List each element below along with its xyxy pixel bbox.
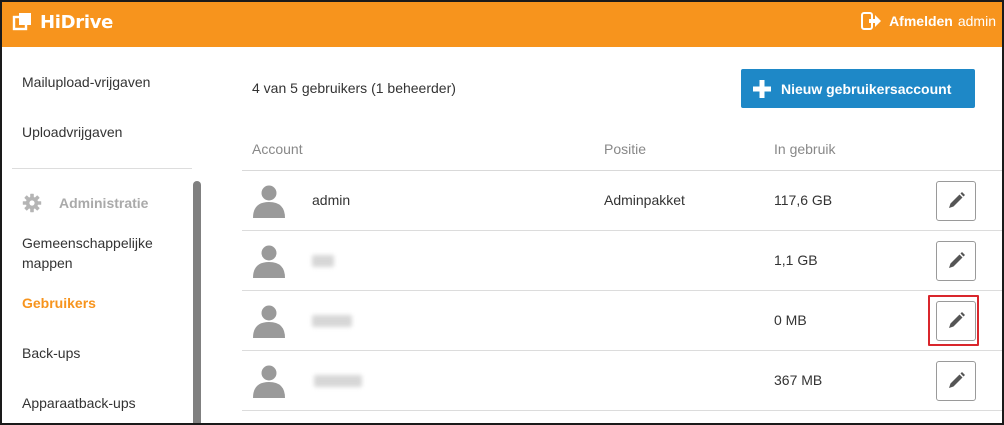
sidebar-item-gebruikers[interactable]: Gebruikers	[22, 293, 96, 313]
column-header-positie[interactable]: Positie	[604, 141, 646, 157]
account-name: admin	[312, 192, 351, 208]
table-row[interactable]: 1,1 GB	[242, 231, 1002, 291]
new-user-account-label: Nieuw gebruikersaccount	[781, 80, 952, 97]
edit-button[interactable]	[936, 361, 976, 401]
sidebar-scrollbar[interactable]	[193, 181, 201, 423]
user-avatar-icon	[253, 365, 285, 398]
plus-icon	[753, 79, 771, 98]
table-row[interactable]: 367 MB	[242, 351, 1002, 411]
sidebar-divider	[12, 168, 192, 169]
account-usage: 367 MB	[774, 372, 823, 388]
redacted-account-name	[312, 255, 334, 267]
logout-link[interactable]: Afmelden admin	[861, 11, 996, 31]
column-header-account[interactable]: Account	[252, 141, 303, 157]
pencil-icon	[949, 312, 965, 328]
pencil-icon	[949, 252, 965, 268]
logout-label: Afmelden	[889, 13, 953, 29]
logged-in-user: admin	[957, 13, 996, 29]
hidrive-logo[interactable]: HiDrive	[12, 11, 113, 33]
logout-icon	[861, 12, 882, 30]
sidebar: Mailupload-vrijgaven Uploadvrijgaven Adm	[2, 47, 202, 423]
users-table: Account Positie In gebruik admin Adminpa…	[242, 131, 1002, 411]
main-content: 4 van 5 gebruikers (1 beheerder) Nieuw g…	[202, 47, 1002, 423]
section-label: Administratie	[59, 195, 149, 211]
edit-button[interactable]	[936, 241, 976, 281]
table-header: Account Positie In gebruik	[242, 131, 1002, 171]
user-count: 4 van 5 gebruikers (1 beheerder)	[252, 80, 456, 96]
brand-name: HiDrive	[40, 11, 114, 33]
user-avatar-icon	[253, 245, 285, 278]
hidrive-logo-icon	[12, 13, 31, 31]
user-avatar-icon	[253, 305, 285, 338]
account-usage: 0 MB	[774, 312, 807, 328]
user-avatar-icon	[253, 185, 285, 218]
sidebar-item-back-ups[interactable]: Back-ups	[22, 343, 80, 363]
new-user-account-button[interactable]: Nieuw gebruikersaccount	[741, 69, 975, 108]
sidebar-item-mailupload[interactable]: Mailupload-vrijgaven	[22, 72, 150, 92]
sidebar-section-administratie: Administratie	[22, 193, 148, 213]
sidebar-item-gemeenschappelijke-mappen[interactable]: Gemeenschappelijke mappen	[22, 233, 182, 273]
column-header-in-gebruik[interactable]: In gebruik	[774, 141, 835, 157]
table-row[interactable]: admin Adminpakket 117,6 GB	[242, 171, 1002, 231]
redacted-account-name	[312, 315, 352, 327]
sidebar-item-uploadvrijgaven[interactable]: Uploadvrijgaven	[22, 122, 122, 142]
edit-button[interactable]	[936, 181, 976, 221]
redacted-account-name	[314, 375, 362, 387]
pencil-icon	[949, 372, 965, 388]
top-header: HiDrive Afmelden admin	[2, 2, 1002, 47]
account-usage: 117,6 GB	[774, 192, 833, 208]
app-window: HiDrive Afmelden admin Mailupload-vrijga…	[0, 0, 1004, 425]
account-usage: 1,1 GB	[774, 252, 818, 268]
edit-button[interactable]	[936, 301, 976, 341]
pencil-icon	[949, 192, 965, 208]
account-position: Adminpakket	[604, 192, 685, 208]
sidebar-item-apparaatback-ups[interactable]: Apparaatback-ups	[22, 393, 136, 413]
gear-icon	[22, 193, 42, 213]
table-row[interactable]: 0 MB	[242, 291, 1002, 351]
